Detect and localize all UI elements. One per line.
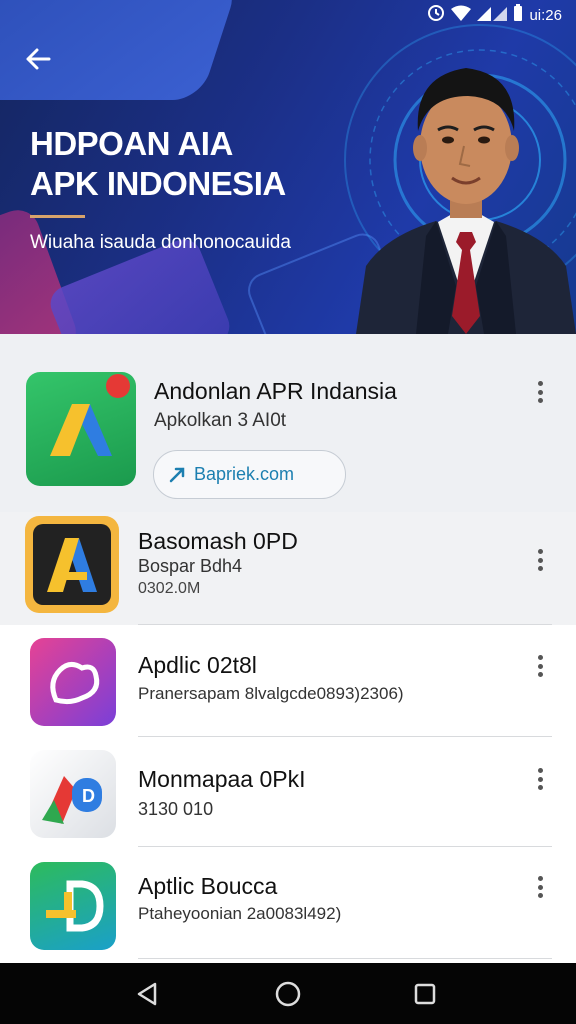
app-name: Apdlic 02t8l xyxy=(138,652,257,678)
more-options-button[interactable] xyxy=(528,651,552,681)
app-icon[interactable] xyxy=(25,516,119,613)
battery-icon xyxy=(513,4,523,26)
website-link-button[interactable]: Bapriek.com xyxy=(153,450,346,499)
app-meta: Pranersapam 8lvalgcde0893)2306) xyxy=(138,684,404,703)
nav-home-button[interactable] xyxy=(273,979,303,1009)
title-line-1: HDPOAN AIA xyxy=(30,125,233,162)
back-button[interactable] xyxy=(20,44,56,80)
link-arrow-icon xyxy=(169,467,185,482)
more-options-button[interactable] xyxy=(528,764,552,794)
app-icon[interactable]: D xyxy=(30,750,116,838)
arrow-left-icon xyxy=(26,48,51,70)
status-bar: ui:26 xyxy=(427,4,562,26)
divider xyxy=(138,624,552,625)
more-options-button[interactable] xyxy=(528,545,552,575)
page-title: HDPOAN AIA APK INDONESIA xyxy=(30,124,350,204)
divider xyxy=(138,846,552,847)
app-icon[interactable] xyxy=(30,638,116,726)
title-divider xyxy=(30,215,85,218)
system-navigation-bar xyxy=(0,963,576,1024)
app-meta: 3130 010 xyxy=(138,799,214,819)
nav-back-button[interactable] xyxy=(133,979,163,1009)
circle-home-icon xyxy=(275,981,301,1007)
presenter-portrait xyxy=(356,68,576,334)
alarm-icon xyxy=(427,4,445,26)
app-icon[interactable] xyxy=(30,862,116,950)
divider xyxy=(138,736,552,737)
nav-recents-button[interactable] xyxy=(410,979,440,1009)
divider xyxy=(138,958,552,959)
title-line-2: APK INDONESIA xyxy=(30,165,286,202)
featured-app-name: Andonlan APR Indansia xyxy=(154,378,397,404)
featured-app-icon[interactable] xyxy=(26,372,136,486)
status-time: ui:26 xyxy=(529,6,562,24)
more-options-button[interactable] xyxy=(528,872,552,902)
square-recents-icon xyxy=(414,983,436,1005)
app-meta: Bospar Bdh4 xyxy=(138,556,243,576)
app-name: Basomash 0PD xyxy=(138,528,298,554)
app-meta: Ptaheyoonian 2a0083l492) xyxy=(138,904,342,923)
featured-app-meta: Apkolkan 3 AI0t xyxy=(154,410,287,431)
svg-text:D: D xyxy=(82,786,95,806)
signal-icon xyxy=(477,5,508,25)
app-name: Monmapaa 0PkI xyxy=(138,766,306,792)
more-options-button[interactable] xyxy=(528,377,552,407)
hero-banner: ui:26 HDPOAN AIA APK INDONESIA Wiuaha is… xyxy=(0,0,576,334)
app-name: Aptlic Boucca xyxy=(138,873,278,899)
hero-subtitle: Wiuaha isauda donhonocauida xyxy=(30,232,291,253)
app-size: 0302.0M xyxy=(138,580,201,597)
triangle-back-icon xyxy=(137,982,157,1006)
wifi-icon xyxy=(451,5,472,25)
website-link-label: Bapriek.com xyxy=(194,464,295,484)
